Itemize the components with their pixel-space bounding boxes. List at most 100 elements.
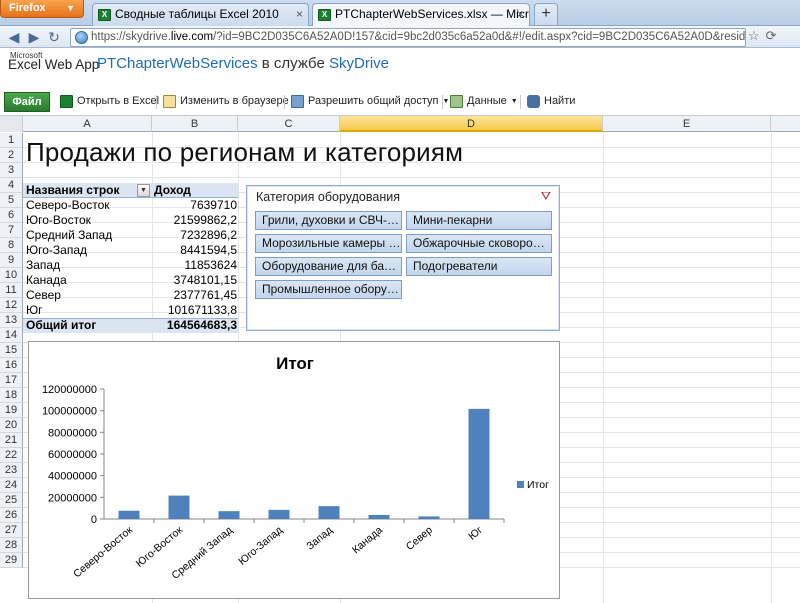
pivot-row-value[interactable]: 21599862,2 [174, 213, 237, 228]
firefox-menu-button[interactable]: Firefox ▼ [0, 0, 84, 18]
address-bar[interactable]: https://skydrive.live.com/?id=9BC2D035C6… [70, 28, 746, 47]
row-header[interactable]: 12 [0, 298, 23, 313]
row-header[interactable]: 18 [0, 388, 23, 403]
close-icon[interactable]: × [296, 4, 303, 25]
new-tab-button[interactable]: + [534, 3, 558, 25]
row-header[interactable]: 4 [0, 178, 23, 193]
slicer-item[interactable]: Морозильные камеры … [255, 234, 402, 253]
pivot-row-label[interactable]: Запад [26, 258, 60, 273]
row-header[interactable]: 10 [0, 268, 23, 283]
y-tick-label: 60000000 [48, 449, 97, 461]
sheet-title[interactable]: Продажи по регионам и категориям [26, 137, 463, 168]
open-in-excel-button[interactable]: Открыть в Excel [60, 95, 160, 108]
row-header[interactable]: 23 [0, 463, 23, 478]
binoculars-icon [527, 95, 540, 108]
pivot-row-label[interactable]: Север [26, 288, 61, 303]
row-header[interactable]: 29 [0, 553, 23, 568]
sales-chart[interactable]: Итог 0 20000000 40000000 60000000 80000000 100… [28, 341, 560, 599]
row-header[interactable]: 2 [0, 148, 23, 163]
column-header-b[interactable]: B [152, 116, 238, 132]
close-icon[interactable]: × [517, 4, 524, 25]
row-header[interactable]: 7 [0, 223, 23, 238]
tab-ptchapter[interactable]: X PTChapterWebServices.xlsx — Micros… × [312, 3, 530, 27]
data-menu-label: Данные [467, 95, 507, 107]
column-header-e[interactable]: E [603, 116, 771, 132]
edit-in-browser-button[interactable]: Изменить в браузере [163, 95, 289, 108]
row-header[interactable]: 5 [0, 193, 23, 208]
select-all-corner[interactable] [0, 116, 23, 132]
app-name: Excel Web App [8, 57, 100, 72]
row-header[interactable]: 22 [0, 448, 23, 463]
row-header[interactable]: 3 [0, 163, 23, 178]
file-name-link[interactable]: PTChapterWebServices [97, 55, 258, 72]
filter-dropdown-icon[interactable]: ▼ [137, 184, 150, 197]
row-header[interactable]: 26 [0, 508, 23, 523]
column-header-a[interactable]: A [23, 116, 152, 132]
row-header[interactable]: 14 [0, 328, 23, 343]
pivot-row-header[interactable]: Названия строк [23, 183, 152, 198]
back-icon[interactable]: ◀ [6, 29, 22, 45]
pivot-row-value[interactable]: 101671133,8 [168, 303, 237, 318]
skydrive-link[interactable]: SkyDrive [329, 55, 389, 72]
pivot-row-label[interactable]: Юго-Восток [26, 213, 91, 228]
row-header[interactable]: 17 [0, 373, 23, 388]
pivot-row-label[interactable]: Средний Запад [26, 228, 112, 243]
pivot-row-label[interactable]: Канада [26, 273, 67, 288]
legend-swatch [517, 481, 524, 488]
share-button[interactable]: Разрешить общий доступ ▼ [291, 95, 449, 108]
row-header[interactable]: 13 [0, 313, 23, 328]
slicer-item[interactable]: Грили, духовки и СВЧ-… [255, 211, 402, 230]
file-button[interactable]: Файл [4, 92, 50, 112]
row-header[interactable]: 9 [0, 253, 23, 268]
open-in-excel-label: Открыть в Excel [77, 95, 160, 107]
row-header[interactable]: 24 [0, 478, 23, 493]
row-header[interactable]: 19 [0, 403, 23, 418]
column-header-f[interactable] [771, 116, 800, 132]
pivot-row-label[interactable]: Северо-Восток [26, 198, 110, 213]
y-tick-label: 20000000 [48, 492, 97, 504]
tab-label: PTChapterWebServices.xlsx — Micros… [335, 7, 529, 21]
row-header[interactable]: 16 [0, 358, 23, 373]
row-header[interactable]: 27 [0, 523, 23, 538]
row-header[interactable]: 21 [0, 433, 23, 448]
y-tick-label: 120000000 [42, 384, 97, 396]
chevron-down-icon: ▼ [66, 3, 75, 13]
slicer-item[interactable]: Обжарочные сковоро… [406, 234, 552, 253]
pivot-row-value[interactable]: 7232896,2 [180, 228, 237, 243]
pivot-row-value[interactable]: 7639710 [190, 198, 237, 213]
star-icon[interactable]: ☆ [748, 28, 760, 43]
find-button[interactable]: Найти [527, 95, 575, 108]
slicer-item[interactable]: Промышленное обору… [255, 280, 402, 299]
row-header[interactable]: 20 [0, 418, 23, 433]
row-header[interactable]: 6 [0, 208, 23, 223]
pivot-row-label[interactable]: Юг [26, 303, 43, 318]
row-header[interactable]: 1 [0, 133, 23, 148]
pivot-row-value[interactable]: 11853624 [185, 258, 238, 273]
row-header[interactable]: 8 [0, 238, 23, 253]
column-header-d[interactable]: D [340, 116, 603, 132]
slicer-item[interactable]: Оборудование для ба… [255, 257, 402, 276]
tab-pivot-tables[interactable]: X Сводные таблицы Excel 2010 × [92, 3, 309, 26]
reload-icon[interactable]: ↻ [46, 29, 62, 45]
clear-filter-icon[interactable]: ⛛ [541, 189, 551, 204]
row-header[interactable]: 25 [0, 493, 23, 508]
pivot-row-value[interactable]: 8441594,5 [180, 243, 237, 258]
y-tick-label: 40000000 [48, 471, 97, 483]
category-slicer: Категория оборудования ⛛ Грили, духовки … [246, 185, 560, 331]
pivot-row-value[interactable]: 2377761,45 [174, 288, 237, 303]
row-header[interactable]: 15 [0, 343, 23, 358]
refresh-icon[interactable]: ⟳ [766, 28, 777, 43]
pivot-value-header[interactable]: Доход [152, 183, 238, 198]
chart-svg: Итог 0 20000000 40000000 60000000 80000000 100… [42, 354, 549, 582]
pivot-row-label[interactable]: Юго-Запад [26, 243, 87, 258]
pivot-total-label[interactable]: Общий итог [26, 318, 96, 333]
column-header-c[interactable]: C [238, 116, 340, 132]
row-header[interactable]: 11 [0, 283, 23, 298]
slicer-item[interactable]: Мини-пекарни [406, 211, 552, 230]
slicer-item[interactable]: Подогреватели [406, 257, 552, 276]
forward-icon[interactable]: ▶ [26, 29, 42, 45]
row-header[interactable]: 28 [0, 538, 23, 553]
pivot-row-value[interactable]: 3748101,15 [174, 273, 237, 288]
data-menu-button[interactable]: Данные ▼ [450, 95, 518, 108]
pivot-total-value[interactable]: 164564683,3 [167, 318, 237, 333]
